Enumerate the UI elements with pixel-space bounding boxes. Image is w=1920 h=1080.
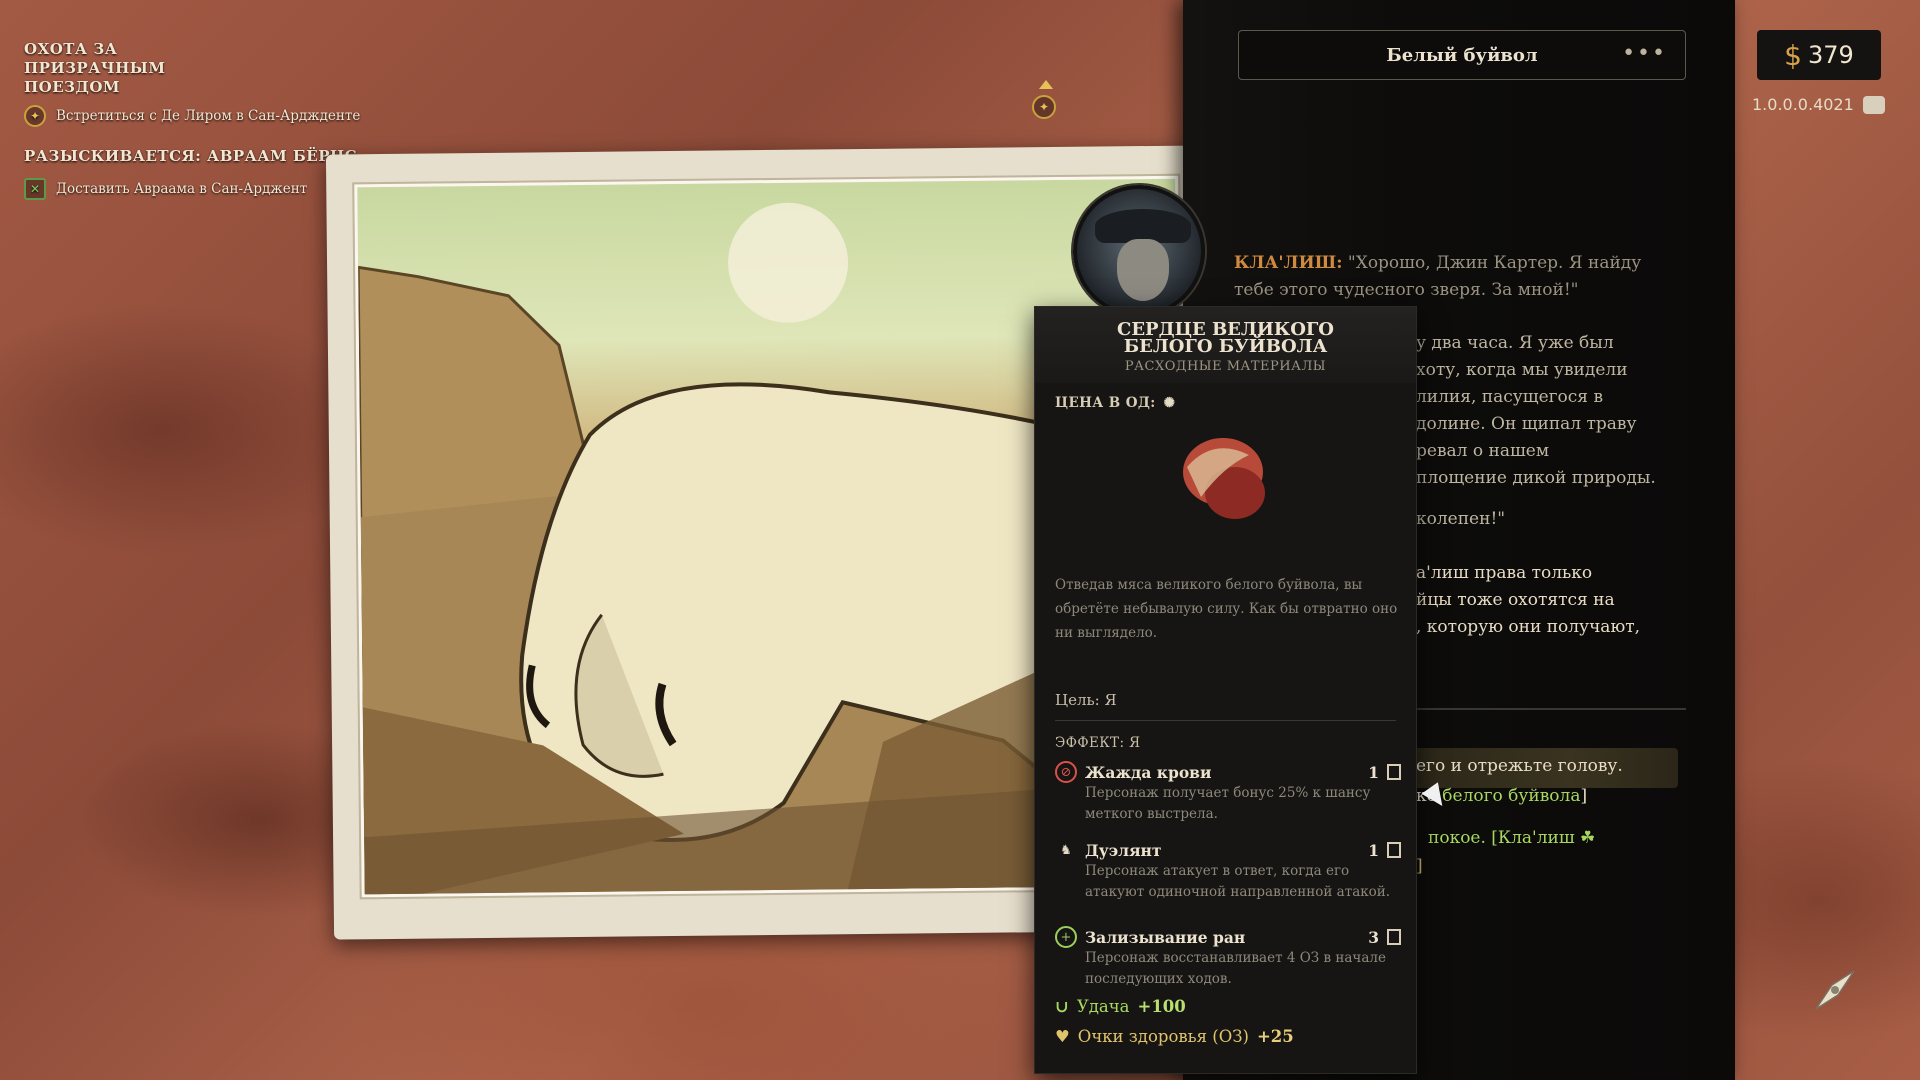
stat-label: Очки здоровья (ОЗ) [1077, 1027, 1249, 1046]
money-display: $ 379 [1757, 30, 1881, 80]
quest-task-1-text: Встретиться с Де Лиром в Сан-Арджденте [56, 108, 361, 124]
quest-compass-icon: ✦ [24, 105, 46, 127]
compass-icon[interactable] [1810, 965, 1860, 1015]
duelist-icon: ♞ [1060, 842, 1072, 858]
effect-name: Дуэлянт [1085, 840, 1162, 860]
effect-duelist: ♞ Дуэлянт 1 Персонаж атакует в ответ, ко… [1055, 839, 1401, 903]
story-line: колепен!" [1416, 509, 1506, 529]
story-line: ревал о нашем [1416, 441, 1550, 461]
skull-icon: ✺ [1163, 395, 1176, 411]
tooltip-divider [1055, 720, 1396, 721]
item-name: СЕРДЦЕ ВЕЛИКОГО БЕЛОГО БУЙВОЛА [1117, 319, 1334, 357]
quest-task-2-text: Доставить Авраама в Сан-Арджент [56, 181, 308, 197]
story-line: у два часа. Я уже был [1416, 333, 1614, 353]
price-label: ЦЕНА В ОД: [1055, 395, 1156, 411]
horseshoe-icon: ∪ [1055, 997, 1069, 1016]
heart-meat-icon [1173, 427, 1283, 527]
character-portrait-avatar [1073, 185, 1205, 317]
story-line: а'лиш права только [1416, 563, 1593, 583]
chat-icon[interactable] [1863, 96, 1885, 114]
effect-name: Жажда крови [1085, 762, 1212, 782]
heal-icon: + [1055, 926, 1077, 948]
effect-bloodthirst: ⊘ Жажда крови 1 Персонаж получает бонус … [1055, 761, 1401, 825]
quest-tracker: ОХОТА ЗА ПРИЗРАЧНЫМ ПОЕЗДОМ ✦ Встретитьс… [24, 40, 360, 200]
story-line: площение дикой природы. [1416, 468, 1656, 488]
story-text-2: а'лиш права только йцы тоже охотятся на … [1416, 560, 1706, 641]
map-quest-marker-icon[interactable]: ✦ [1032, 95, 1056, 119]
story-line: хоту, когда мы увидели [1416, 360, 1628, 380]
option2-suffix: ] [1580, 786, 1588, 806]
story-text: у два часа. Я уже был хоту, когда мы уви… [1416, 330, 1706, 492]
story-line: йцы тоже охотятся на [1416, 590, 1615, 610]
option3-text: покое. [Кла'лиш [1428, 828, 1575, 848]
story-line: долине. Он щипал траву [1416, 414, 1637, 434]
event-panel-header: Белый буйвол ••• [1238, 30, 1686, 80]
heart-icon: ♥ [1055, 1027, 1070, 1046]
dialog-divider [1416, 708, 1686, 710]
stat-value: +100 [1137, 997, 1186, 1016]
dialog-option-1[interactable]: его и отрежьте голову. [1416, 756, 1623, 776]
more-options-icon[interactable]: ••• [1622, 41, 1667, 66]
item-category: РАСХОДНЫЕ МАТЕРИАЛЫ [1124, 359, 1327, 374]
effect-description: Персонаж получает бонус 25% к шансу метк… [1085, 785, 1371, 822]
quest-task-1[interactable]: ✦ Встретиться с Де Лиром в Сан-Арджденте [24, 105, 360, 127]
quest-title-2[interactable]: РАЗЫСКИВАЕТСЯ: АВРААМ БЁРНС [24, 147, 360, 166]
clover-icon: ☘ [1580, 828, 1596, 848]
effect-description: Персонаж восстанавливает 4 ОЗ в начале п… [1085, 950, 1386, 987]
hourglass-icon [1387, 929, 1401, 945]
price-row: ЦЕНА В ОД: ✺ [1055, 395, 1175, 411]
money-value: 379 [1808, 41, 1854, 69]
hourglass-icon [1387, 764, 1401, 780]
effect-header: ЭФФЕКТ: Я [1055, 735, 1141, 751]
dialog-speaker: КЛА'ЛИШ: [1234, 253, 1343, 273]
stat-value: +25 [1256, 1027, 1294, 1046]
version-label: 1.0.0.0.4021 [1752, 95, 1854, 114]
item-tooltip: СЕРДЦЕ ВЕЛИКОГО БЕЛОГО БУЙВОЛА РАСХОДНЫЕ… [1034, 306, 1417, 1074]
stat-luck: ∪ Удача +100 [1055, 997, 1186, 1016]
quest-title-1[interactable]: ОХОТА ЗА ПРИЗРАЧНЫМ ПОЕЗДОМ [24, 40, 264, 97]
effect-turns: 1 [1368, 840, 1379, 860]
effect-turns: 3 [1368, 927, 1379, 947]
story-line: , которую они получают, [1416, 617, 1641, 637]
option2-item: белого буйвола [1442, 786, 1581, 806]
marker-arrow-icon [1039, 80, 1053, 89]
item-description: Отведав мяса великого белого буйвола, вы… [1055, 577, 1398, 641]
stat-health: ♥ Очки здоровья (ОЗ) +25 [1055, 1027, 1294, 1046]
bloodthirst-icon: ⊘ [1055, 761, 1077, 783]
dialog-option-3[interactable]: покое. [Кла'лиш ☘ [1428, 828, 1595, 848]
tooltip-header: СЕРДЦЕ ВЕЛИКОГО БЕЛОГО БУЙВОЛА РАСХОДНЫЕ… [1035, 307, 1416, 383]
dollar-icon: $ [1784, 38, 1802, 72]
face-shape [1117, 239, 1169, 301]
effect-lick-wounds: + Зализывание ран 3 Персонаж восстанавли… [1055, 926, 1401, 990]
quest-task-2[interactable]: ✕ Доставить Авраама в Сан-Арджент [24, 178, 360, 200]
effect-turns: 1 [1368, 762, 1379, 782]
effect-name: Зализывание ран [1085, 927, 1246, 947]
dialog-quote: КЛА'ЛИШ: "Хорошо, Джин Картер. Я найду т… [1234, 250, 1664, 304]
stat-label: Удача [1076, 997, 1130, 1016]
effect-description: Персонаж атакует в ответ, когда его атак… [1085, 863, 1391, 900]
event-title: Белый буйвол [1386, 44, 1538, 66]
wanted-poster-icon: ✕ [24, 178, 46, 200]
hat-shape [1095, 209, 1191, 243]
item-target: Цель: Я [1055, 691, 1117, 709]
story-line: лилия, пасущегося в [1416, 387, 1604, 407]
hourglass-icon [1387, 842, 1401, 858]
